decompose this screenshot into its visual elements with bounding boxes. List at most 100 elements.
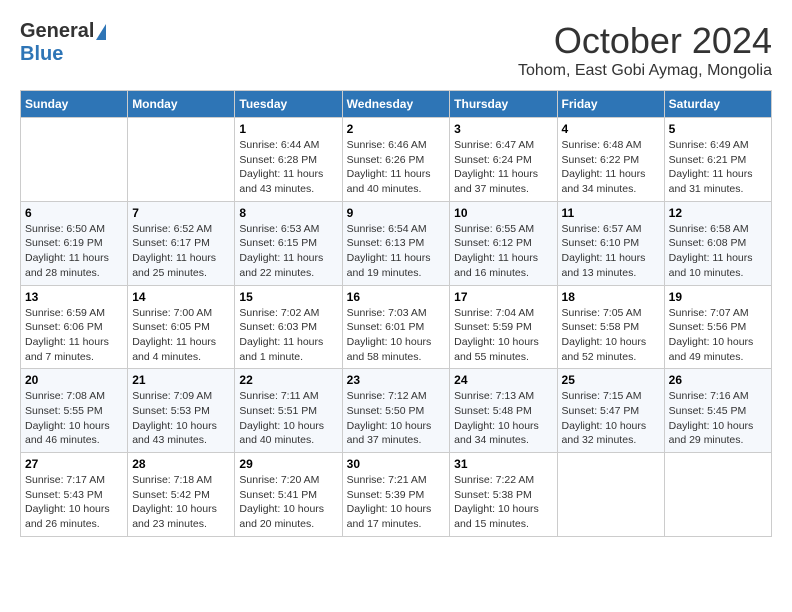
logo: General Blue xyxy=(20,20,106,66)
day-number: 29 xyxy=(239,457,337,471)
day-number: 8 xyxy=(239,206,337,220)
day-info: Sunrise: 7:11 AMSunset: 5:51 PMDaylight:… xyxy=(239,389,337,448)
day-number: 28 xyxy=(132,457,230,471)
day-number: 23 xyxy=(347,373,446,387)
logo-general-text: General xyxy=(20,20,94,43)
day-number: 9 xyxy=(347,206,446,220)
day-info: Sunrise: 7:18 AMSunset: 5:42 PMDaylight:… xyxy=(132,473,230,532)
day-info: Sunrise: 7:02 AMSunset: 6:03 PMDaylight:… xyxy=(239,306,337,365)
day-info: Sunrise: 6:44 AMSunset: 6:28 PMDaylight:… xyxy=(239,138,337,197)
calendar-cell: 10 Sunrise: 6:55 AMSunset: 6:12 PMDayligh… xyxy=(450,201,557,285)
calendar-week-row: 13Sunrise: 6:59 AMSunset: 6:06 PMDayligh… xyxy=(21,285,772,369)
day-info: Sunrise: 7:05 AMSunset: 5:58 PMDaylight:… xyxy=(562,306,660,365)
day-number: 1 xyxy=(239,122,337,136)
calendar-week-row: 27Sunrise: 7:17 AMSunset: 5:43 PMDayligh… xyxy=(21,453,772,537)
calendar-cell: 16Sunrise: 7:03 AMSunset: 6:01 PMDayligh… xyxy=(342,285,450,369)
calendar-cell: 21 Sunrise: 7:09 AMSunset: 5:53 PMDayligh… xyxy=(128,369,235,453)
calendar-cell: 27Sunrise: 7:17 AMSunset: 5:43 PMDayligh… xyxy=(21,453,128,537)
calendar-cell xyxy=(557,453,664,537)
day-info: Sunrise: 7:00 AMSunset: 6:05 PMDaylight:… xyxy=(132,306,230,365)
day-number: 11 xyxy=(562,206,660,220)
day-info: Sunrise: 6:53 AMSunset: 6:15 PMDaylight:… xyxy=(239,222,337,281)
day-info: Sunrise: 6:47 AMSunset: 6:24 PMDaylight:… xyxy=(454,138,552,197)
calendar-header-row: SundayMondayTuesdayWednesdayThursdayFrid… xyxy=(21,91,772,118)
calendar-cell: 17 Sunrise: 7:04 AMSunset: 5:59 PMDayligh… xyxy=(450,285,557,369)
calendar-cell: 4 Sunrise: 6:48 AMSunset: 6:22 PMDaylight… xyxy=(557,118,664,202)
day-number: 15 xyxy=(239,290,337,304)
calendar-day-header: Wednesday xyxy=(342,91,450,118)
day-number: 21 xyxy=(132,373,230,387)
logo-triangle xyxy=(96,24,106,40)
title-section: October 2024 Tohom, East Gobi Aymag, Mon… xyxy=(518,20,772,80)
calendar-week-row: 20Sunrise: 7:08 AMSunset: 5:55 PMDayligh… xyxy=(21,369,772,453)
day-number: 10 xyxy=(454,206,552,220)
day-number: 13 xyxy=(25,290,123,304)
day-number: 5 xyxy=(669,122,767,136)
calendar-cell: 5 Sunrise: 6:49 AMSunset: 6:21 PMDaylight… xyxy=(664,118,771,202)
calendar-cell: 13Sunrise: 6:59 AMSunset: 6:06 PMDayligh… xyxy=(21,285,128,369)
calendar-cell xyxy=(664,453,771,537)
calendar-day-header: Tuesday xyxy=(235,91,342,118)
day-number: 14 xyxy=(132,290,230,304)
calendar-cell: 2Sunrise: 6:46 AMSunset: 6:26 PMDaylight… xyxy=(342,118,450,202)
day-info: Sunrise: 7:20 AMSunset: 5:41 PMDaylight:… xyxy=(239,473,337,532)
day-info: Sunrise: 7:07 AMSunset: 5:56 PMDaylight:… xyxy=(669,306,767,365)
day-number: 17 xyxy=(454,290,552,304)
calendar-cell: 8 Sunrise: 6:53 AMSunset: 6:15 PMDaylight… xyxy=(235,201,342,285)
day-number: 3 xyxy=(454,122,552,136)
day-info: Sunrise: 7:12 AMSunset: 5:50 PMDaylight:… xyxy=(347,389,446,448)
calendar-week-row: 1 Sunrise: 6:44 AMSunset: 6:28 PMDaylight… xyxy=(21,118,772,202)
calendar-day-header: Saturday xyxy=(664,91,771,118)
calendar-cell: 1 Sunrise: 6:44 AMSunset: 6:28 PMDaylight… xyxy=(235,118,342,202)
day-info: Sunrise: 7:08 AMSunset: 5:55 PMDaylight:… xyxy=(25,389,123,448)
day-info: Sunrise: 7:13 AMSunset: 5:48 PMDaylight:… xyxy=(454,389,552,448)
calendar-cell: 3 Sunrise: 6:47 AMSunset: 6:24 PMDaylight… xyxy=(450,118,557,202)
calendar-cell: 19Sunrise: 7:07 AMSunset: 5:56 PMDayligh… xyxy=(664,285,771,369)
calendar-cell: 31 Sunrise: 7:22 AMSunset: 5:38 PMDayligh… xyxy=(450,453,557,537)
calendar-cell: 30Sunrise: 7:21 AMSunset: 5:39 PMDayligh… xyxy=(342,453,450,537)
month-title: October 2024 xyxy=(518,20,772,62)
day-info: Sunrise: 7:16 AMSunset: 5:45 PMDaylight:… xyxy=(669,389,767,448)
day-number: 26 xyxy=(669,373,767,387)
calendar-day-header: Monday xyxy=(128,91,235,118)
day-number: 4 xyxy=(562,122,660,136)
day-number: 12 xyxy=(669,206,767,220)
calendar-cell: 6 Sunrise: 6:50 AMSunset: 6:19 PMDaylight… xyxy=(21,201,128,285)
day-number: 6 xyxy=(25,206,123,220)
day-number: 30 xyxy=(347,457,446,471)
day-number: 31 xyxy=(454,457,552,471)
page-header: General Blue October 2024 Tohom, East Go… xyxy=(20,20,772,80)
calendar-cell: 24Sunrise: 7:13 AMSunset: 5:48 PMDayligh… xyxy=(450,369,557,453)
day-info: Sunrise: 7:04 AMSunset: 5:59 PMDaylight:… xyxy=(454,306,552,365)
day-info: Sunrise: 6:57 AMSunset: 6:10 PMDaylight:… xyxy=(562,222,660,281)
calendar-cell: 22 Sunrise: 7:11 AMSunset: 5:51 PMDayligh… xyxy=(235,369,342,453)
calendar-cell: 25Sunrise: 7:15 AMSunset: 5:47 PMDayligh… xyxy=(557,369,664,453)
calendar-cell: 29 Sunrise: 7:20 AMSunset: 5:41 PMDayligh… xyxy=(235,453,342,537)
calendar-cell: 15 Sunrise: 7:02 AMSunset: 6:03 PMDayligh… xyxy=(235,285,342,369)
day-number: 7 xyxy=(132,206,230,220)
day-number: 22 xyxy=(239,373,337,387)
calendar-table: SundayMondayTuesdayWednesdayThursdayFrid… xyxy=(20,90,772,537)
day-number: 16 xyxy=(347,290,446,304)
calendar-day-header: Thursday xyxy=(450,91,557,118)
calendar-cell: 23 Sunrise: 7:12 AMSunset: 5:50 PMDayligh… xyxy=(342,369,450,453)
day-info: Sunrise: 7:17 AMSunset: 5:43 PMDaylight:… xyxy=(25,473,123,532)
calendar-week-row: 6 Sunrise: 6:50 AMSunset: 6:19 PMDaylight… xyxy=(21,201,772,285)
calendar-cell: 11 Sunrise: 6:57 AMSunset: 6:10 PMDayligh… xyxy=(557,201,664,285)
day-info: Sunrise: 7:09 AMSunset: 5:53 PMDaylight:… xyxy=(132,389,230,448)
calendar-day-header: Friday xyxy=(557,91,664,118)
day-info: Sunrise: 6:49 AMSunset: 6:21 PMDaylight:… xyxy=(669,138,767,197)
calendar-cell: 14 Sunrise: 7:00 AMSunset: 6:05 PMDayligh… xyxy=(128,285,235,369)
calendar-cell: 26 Sunrise: 7:16 AMSunset: 5:45 PMDayligh… xyxy=(664,369,771,453)
day-number: 18 xyxy=(562,290,660,304)
day-info: Sunrise: 6:52 AMSunset: 6:17 PMDaylight:… xyxy=(132,222,230,281)
day-info: Sunrise: 6:55 AMSunset: 6:12 PMDaylight:… xyxy=(454,222,552,281)
calendar-cell: 18 Sunrise: 7:05 AMSunset: 5:58 PMDayligh… xyxy=(557,285,664,369)
day-info: Sunrise: 6:48 AMSunset: 6:22 PMDaylight:… xyxy=(562,138,660,197)
day-info: Sunrise: 6:50 AMSunset: 6:19 PMDaylight:… xyxy=(25,222,123,281)
calendar-cell: 12Sunrise: 6:58 AMSunset: 6:08 PMDayligh… xyxy=(664,201,771,285)
calendar-cell xyxy=(128,118,235,202)
calendar-cell: 9Sunrise: 6:54 AMSunset: 6:13 PMDaylight… xyxy=(342,201,450,285)
calendar-cell: 28 Sunrise: 7:18 AMSunset: 5:42 PMDayligh… xyxy=(128,453,235,537)
day-info: Sunrise: 7:22 AMSunset: 5:38 PMDaylight:… xyxy=(454,473,552,532)
